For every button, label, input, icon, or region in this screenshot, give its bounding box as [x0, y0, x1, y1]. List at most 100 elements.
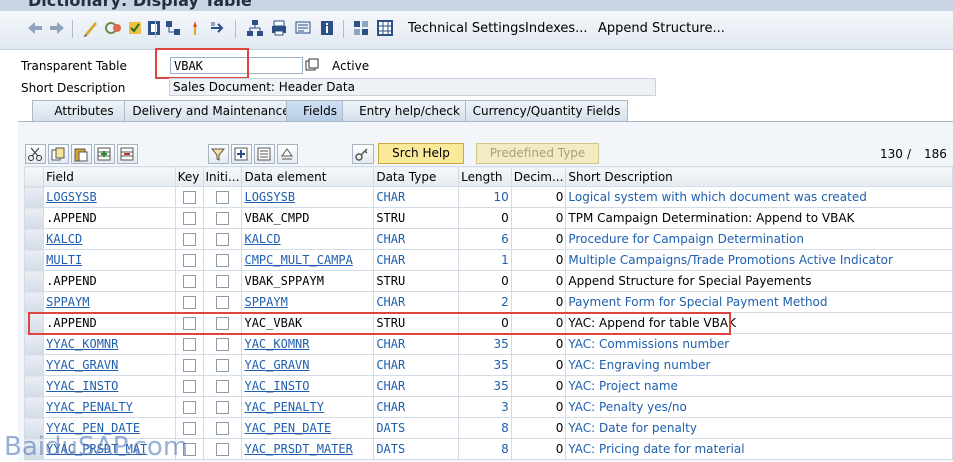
initial-checkbox[interactable]	[215, 296, 229, 309]
initial-checkbox[interactable]	[215, 401, 229, 414]
table-row[interactable]: YYAC_GRAVN YAC_GRAVN CHAR 35 0 YAC: Engraving…	[23, 354, 953, 376]
search-help-key-icon[interactable]	[352, 144, 374, 164]
data-element-cell[interactable]: YAC_GRAVN	[241, 354, 375, 376]
up-arrow-icon[interactable]	[277, 144, 298, 164]
column-header-data-element[interactable]: Data element	[241, 166, 375, 187]
column-header-data-type[interactable]: Data Type	[373, 166, 460, 187]
data-element-cell[interactable]: KALCD	[241, 228, 375, 250]
row-selector[interactable]	[23, 207, 45, 229]
initial-checkbox[interactable]	[215, 443, 229, 456]
column-header-field[interactable]: Field	[43, 166, 176, 187]
tab-currency-quantity-fields[interactable]: Currency/Quantity Fields	[465, 100, 628, 121]
table-row[interactable]: YYAC_PENALTY YAC_PENALTY CHAR 3 0 YAC: Penalt…	[23, 396, 953, 418]
info-icon[interactable]	[318, 19, 336, 37]
key-checkbox[interactable]	[182, 380, 196, 393]
key-checkbox-cell[interactable]	[174, 354, 204, 376]
print-icon[interactable]	[270, 19, 288, 37]
table-row[interactable]: .APPEND VBAK_SPPAYM STRU 0 0 Append Structure…	[23, 270, 953, 292]
initial-checkbox-cell[interactable]	[202, 438, 243, 460]
check-icon[interactable]	[126, 19, 144, 37]
table-row[interactable]: KALCD KALCD CHAR 6 0 Procedure for Campaign D…	[23, 228, 953, 250]
table-row[interactable]: .APPEND VBAK_CMPD STRU 0 0 TPM Campaign Deter…	[23, 207, 953, 229]
initial-checkbox[interactable]	[215, 191, 229, 204]
predefined-type-button[interactable]: Predefined Type	[476, 143, 599, 164]
data-element-cell[interactable]: VBAK_SPPAYM	[241, 270, 375, 292]
initial-checkbox[interactable]	[215, 422, 229, 435]
new-rows-icon[interactable]	[231, 144, 252, 164]
initial-checkbox-cell[interactable]	[202, 354, 243, 376]
key-checkbox[interactable]	[182, 359, 196, 372]
field-name-cell[interactable]: YYAC_PENALTY	[43, 396, 176, 418]
row-selector[interactable]	[23, 270, 45, 292]
initial-checkbox[interactable]	[215, 359, 229, 372]
row-selector[interactable]	[23, 396, 45, 418]
initial-checkbox-cell[interactable]	[202, 375, 243, 397]
column-header-initial[interactable]: Initi...	[202, 166, 243, 187]
data-element-cell[interactable]: CMPC_MULT_CAMPA	[241, 249, 375, 271]
row-selector[interactable]	[23, 333, 45, 355]
initial-checkbox-cell[interactable]	[202, 291, 243, 313]
table-row[interactable]: LOGSYSB LOGSYSB CHAR 10 0 Logical system with…	[23, 186, 953, 208]
initial-checkbox[interactable]	[215, 275, 229, 288]
key-checkbox[interactable]	[182, 338, 196, 351]
row-selector[interactable]	[23, 291, 45, 313]
initial-checkbox[interactable]	[215, 338, 229, 351]
key-checkbox[interactable]	[182, 212, 196, 225]
activate-icon[interactable]	[145, 19, 163, 37]
data-element-cell[interactable]: YAC_PEN_DATE	[241, 417, 375, 439]
copy-icon[interactable]	[48, 144, 69, 164]
other-object-icon[interactable]	[104, 19, 122, 37]
initial-checkbox-cell[interactable]	[202, 270, 243, 292]
data-element-cell[interactable]: YAC_PRSDT_MATER	[241, 438, 375, 460]
key-checkbox-cell[interactable]	[174, 228, 204, 250]
key-checkbox-cell[interactable]	[174, 207, 204, 229]
row-selector[interactable]	[23, 228, 45, 250]
column-header-length[interactable]: Length	[458, 166, 512, 187]
srch-help-button[interactable]: Srch Help	[378, 143, 464, 164]
copy-object-icon[interactable]	[304, 57, 320, 73]
key-checkbox-cell[interactable]	[174, 249, 204, 271]
delete-row-icon[interactable]	[117, 144, 138, 164]
technical-settings-button[interactable]: Technical Settings	[408, 21, 525, 36]
key-checkbox[interactable]	[182, 233, 196, 246]
where-used-icon[interactable]	[164, 19, 182, 37]
table-row[interactable]: SPPAYM SPPAYM CHAR 2 0 Payment Form for Speci…	[23, 291, 953, 313]
select-all-icon[interactable]	[254, 144, 275, 164]
select-all-header[interactable]	[23, 166, 45, 187]
key-checkbox-cell[interactable]	[174, 270, 204, 292]
key-checkbox[interactable]	[182, 296, 196, 309]
field-name-cell[interactable]: MULTI	[43, 249, 176, 271]
key-checkbox-cell[interactable]	[174, 396, 204, 418]
key-checkbox-cell[interactable]	[174, 333, 204, 355]
data-element-cell[interactable]: YAC_INSTO	[241, 375, 375, 397]
column-header-key[interactable]: Key	[174, 166, 204, 187]
table-row[interactable]: MULTI CMPC_MULT_CAMPA CHAR 1 0 Multiple Campa…	[23, 249, 953, 271]
initial-checkbox-cell[interactable]	[202, 228, 243, 250]
initial-checkbox-cell[interactable]	[202, 396, 243, 418]
key-checkbox-cell[interactable]	[174, 186, 204, 208]
field-name-cell[interactable]: YYAC_GRAVN	[43, 354, 176, 376]
tab-attributes[interactable]: Attributes	[32, 100, 136, 121]
display-change-icon[interactable]	[82, 19, 100, 37]
display-object-list-icon[interactable]	[186, 19, 204, 37]
forward-arrow-icon[interactable]	[48, 19, 66, 37]
data-element-cell[interactable]: YAC_PENALTY	[241, 396, 375, 418]
row-selector[interactable]	[23, 354, 45, 376]
display-icon[interactable]	[294, 19, 312, 37]
cut-icon[interactable]	[25, 144, 46, 164]
key-checkbox-cell[interactable]	[174, 291, 204, 313]
hierarchy-icon[interactable]	[246, 19, 264, 37]
field-name-cell[interactable]: KALCD	[43, 228, 176, 250]
tab-entry-help-check[interactable]: Entry help/check	[342, 100, 477, 121]
paste-icon[interactable]	[71, 144, 92, 164]
initial-checkbox-cell[interactable]	[202, 417, 243, 439]
initial-checkbox-cell[interactable]	[202, 186, 243, 208]
back-arrow-icon[interactable]	[26, 19, 44, 37]
key-checkbox[interactable]	[182, 191, 196, 204]
data-element-cell[interactable]: SPPAYM	[241, 291, 375, 313]
data-element-cell[interactable]: LOGSYSB	[241, 186, 375, 208]
indexes-button[interactable]: Indexes...	[525, 21, 588, 36]
row-selector[interactable]	[23, 249, 45, 271]
tab-delivery-maintenance[interactable]: Delivery and Maintenance	[124, 100, 298, 121]
column-header-decimals[interactable]: Decim...	[510, 166, 567, 187]
